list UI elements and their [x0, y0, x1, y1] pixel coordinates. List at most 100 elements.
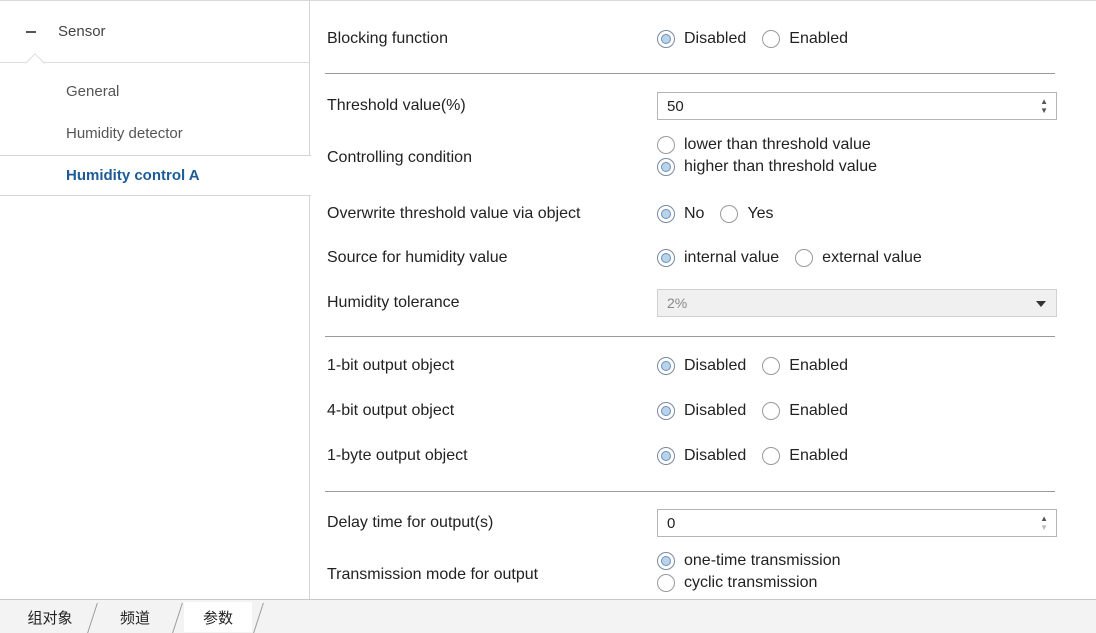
blocking-enabled-radio[interactable]: Enabled — [762, 30, 848, 48]
radio-label: Enabled — [789, 357, 848, 374]
transmission-mode-radio-group: one-time transmission cyclic transmissio… — [657, 552, 857, 596]
transmission-one-time-radio[interactable]: one-time transmission — [657, 552, 841, 570]
radio-unchecked-icon — [657, 574, 675, 592]
4bit-output-radio-group: Disabled Enabled — [657, 402, 864, 420]
radio-label: Disabled — [684, 357, 747, 374]
sidebar: Sensor General Humidity detector Humidit… — [0, 1, 311, 599]
triangle-down-icon[interactable]: ▼ — [1040, 106, 1048, 115]
radio-unchecked-icon — [762, 357, 781, 375]
sidebar-item-humidity-control-a[interactable]: Humidity control A — [0, 155, 311, 196]
condition-lower-radio[interactable]: lower than threshold value — [657, 136, 871, 154]
radio-label: cyclic transmission — [684, 574, 818, 591]
delay-time-label: Delay time for output(s) — [327, 514, 494, 531]
row-1byte-output: 1-byte output object Disabled Enabled — [327, 444, 1067, 468]
threshold-value-label: Threshold value(%) — [327, 97, 466, 114]
tab-channels[interactable]: 频道 — [100, 602, 170, 632]
transmission-cyclic-radio[interactable]: cyclic transmission — [657, 574, 817, 592]
row-1bit-output: 1-bit output object Disabled Enabled — [327, 354, 1067, 378]
humidity-source-radio-group: internal value external value — [657, 249, 938, 267]
section-divider — [325, 491, 1055, 492]
row-threshold-value: Threshold value(%) 50 ▲ ▼ — [327, 92, 1067, 120]
row-blocking-function: Blocking function Disabled Enabled — [327, 27, 1067, 51]
section-divider — [325, 73, 1055, 74]
delay-time-value: 0 — [667, 514, 676, 532]
overwrite-yes-radio[interactable]: Yes — [720, 205, 774, 223]
controlling-condition-label: Controlling condition — [327, 149, 472, 166]
radio-unchecked-icon — [720, 205, 739, 223]
1bit-enabled-radio[interactable]: Enabled — [762, 357, 848, 375]
radio-label: internal value — [684, 249, 780, 266]
threshold-value-spinbox[interactable]: 50 ▲ ▼ — [657, 92, 1057, 120]
radio-label: Enabled — [789, 402, 848, 419]
4bit-output-label: 4-bit output object — [327, 402, 455, 419]
1byte-disabled-radio[interactable]: Disabled — [657, 447, 746, 465]
overwrite-threshold-radio-group: No Yes — [657, 205, 790, 223]
radio-checked-icon — [657, 357, 675, 375]
overwrite-no-radio[interactable]: No — [657, 205, 704, 223]
triangle-up-icon[interactable]: ▲ — [1040, 97, 1048, 106]
tab-group-objects[interactable]: 组对象 — [14, 602, 86, 632]
triangle-up-icon[interactable]: ▲ — [1040, 514, 1048, 523]
radio-unchecked-icon — [762, 402, 781, 420]
1byte-output-label: 1-byte output object — [327, 447, 468, 464]
radio-label: Enabled — [789, 447, 848, 464]
row-humidity-tolerance: Humidity tolerance 2% — [327, 289, 1067, 317]
humidity-tolerance-dropdown[interactable]: 2% — [657, 289, 1057, 317]
radio-label: higher than threshold value — [684, 158, 878, 175]
row-4bit-output: 4-bit output object Disabled Enabled — [327, 399, 1067, 423]
radio-label: one-time transmission — [684, 552, 841, 569]
spinbox-arrows: ▲ ▼ — [1040, 514, 1048, 532]
tab-label: 参数 — [202, 609, 233, 627]
radio-checked-icon — [657, 402, 675, 420]
tab-divider — [253, 603, 264, 633]
radio-label: Enabled — [789, 30, 848, 47]
humidity-tolerance-label: Humidity tolerance — [327, 294, 460, 311]
transmission-mode-label: Transmission mode for output — [327, 566, 539, 583]
radio-checked-icon — [657, 249, 675, 267]
radio-label: Yes — [747, 205, 774, 222]
row-transmission-mode: Transmission mode for output one-time tr… — [327, 552, 1067, 600]
4bit-enabled-radio[interactable]: Enabled — [762, 402, 848, 420]
threshold-value-text: 50 — [667, 97, 684, 115]
bottom-tab-bar: 组对象 频道 参数 — [0, 599, 1096, 633]
sidebar-item-general[interactable]: General — [0, 71, 310, 112]
radio-unchecked-icon — [795, 249, 814, 267]
tab-label: 频道 — [119, 609, 150, 627]
1byte-output-radio-group: Disabled Enabled — [657, 447, 864, 465]
delay-time-spinbox[interactable]: 0 ▲ ▼ — [657, 509, 1057, 537]
radio-label: Disabled — [684, 402, 747, 419]
radio-label: lower than threshold value — [684, 136, 871, 153]
triangle-down-icon[interactable]: ▼ — [1040, 523, 1048, 532]
sidebar-item-label: General — [66, 83, 120, 100]
4bit-disabled-radio[interactable]: Disabled — [657, 402, 746, 420]
blocking-disabled-radio[interactable]: Disabled — [657, 30, 746, 48]
section-divider — [325, 336, 1055, 337]
condition-higher-radio[interactable]: higher than threshold value — [657, 158, 877, 176]
radio-checked-icon — [657, 158, 675, 176]
radio-label: No — [684, 205, 705, 222]
blocking-function-radio-group: Disabled Enabled — [657, 30, 864, 48]
row-humidity-source: Source for humidity value internal value… — [327, 246, 1067, 270]
source-external-radio[interactable]: external value — [795, 249, 922, 267]
tab-divider — [172, 603, 183, 633]
sidebar-group-sensor[interactable]: Sensor — [0, 1, 309, 63]
sidebar-item-label: Humidity detector — [66, 125, 183, 142]
1bit-disabled-radio[interactable]: Disabled — [657, 357, 746, 375]
humidity-tolerance-value: 2% — [667, 295, 688, 311]
minus-icon[interactable] — [26, 30, 36, 33]
radio-unchecked-icon — [762, 30, 781, 48]
radio-unchecked-icon — [762, 447, 781, 465]
sidebar-item-humidity-detector[interactable]: Humidity detector — [0, 113, 310, 154]
sidebar-item-label: Humidity control A — [66, 167, 200, 184]
1byte-enabled-radio[interactable]: Enabled — [762, 447, 848, 465]
tab-parameters[interactable]: 参数 — [184, 602, 252, 632]
row-overwrite-threshold: Overwrite threshold value via object No … — [327, 202, 1067, 226]
tab-label: 组对象 — [27, 609, 73, 627]
caret-down-icon — [1036, 301, 1046, 307]
source-internal-radio[interactable]: internal value — [657, 249, 779, 267]
radio-label: external value — [822, 249, 922, 266]
radio-checked-icon — [657, 447, 675, 465]
controlling-condition-radio-group: lower than threshold value higher than t… — [657, 136, 893, 180]
spinbox-arrows: ▲ ▼ — [1040, 97, 1048, 115]
tab-divider — [87, 603, 98, 633]
